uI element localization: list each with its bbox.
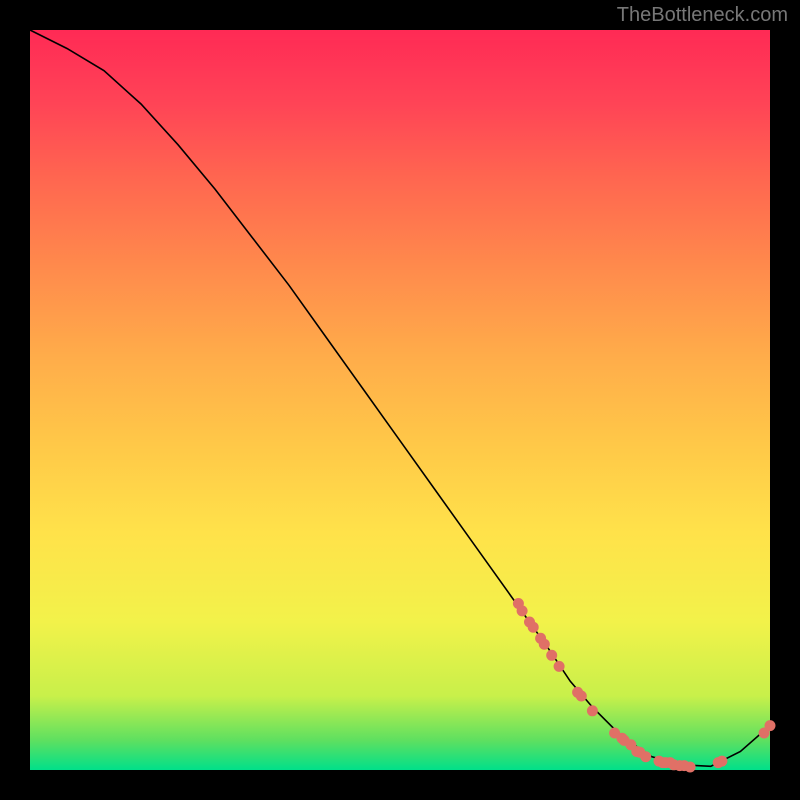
data-point [685,762,695,772]
chart-svg [30,30,770,770]
chart-plot-area [30,30,770,770]
data-point [765,721,775,731]
data-point [641,752,651,762]
data-point [576,691,586,701]
data-point [528,622,538,632]
data-point [554,661,564,671]
data-point [539,639,549,649]
data-point [587,706,597,716]
bottleneck-curve [30,30,770,766]
attribution-text: TheBottleneck.com [617,4,788,27]
data-point [717,756,727,766]
data-points-group [513,599,775,773]
data-point [517,606,527,616]
data-point [547,650,557,660]
